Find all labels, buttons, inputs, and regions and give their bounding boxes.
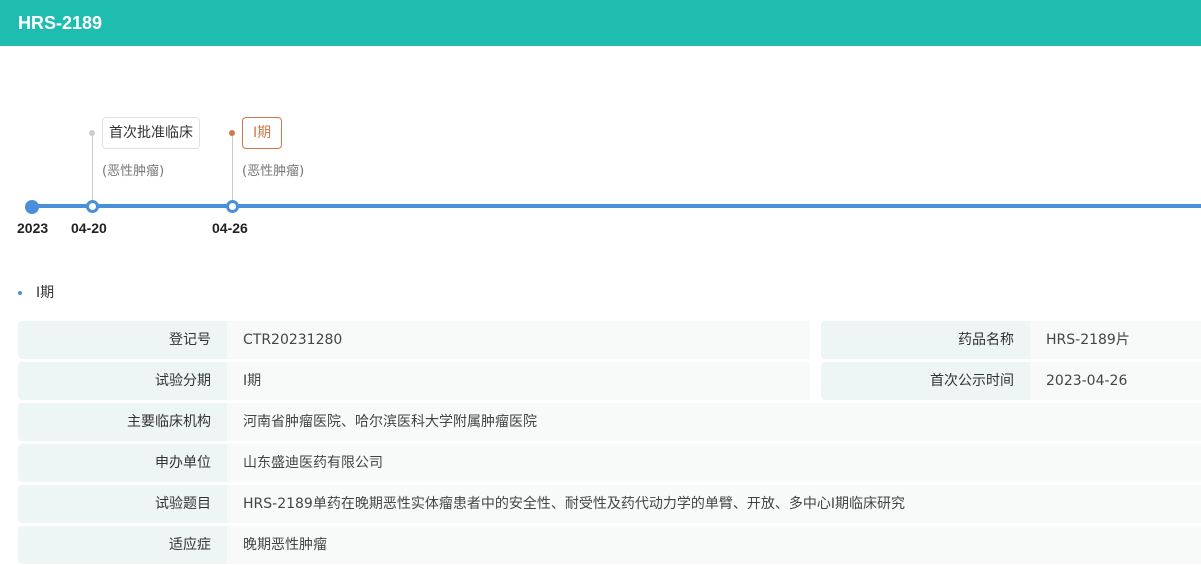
field-value: 河南省肿瘤医院、哈尔滨医科大学附属肿瘤医院 [227, 403, 1201, 441]
timeline-start-dot [25, 200, 39, 214]
section-title: Ⅰ期 [36, 285, 55, 301]
timeline-node[interactable] [86, 200, 99, 213]
field-value: HRS-2189单药在晚期恶性实体瘤患者中的安全性、耐受性及药代动力学的单臂、开… [227, 485, 1201, 523]
timeline-event-sub: (恶性肿瘤) [102, 164, 165, 179]
page-header: HRS-2189 [0, 0, 1201, 46]
detail-row: 主要临床机构 河南省肿瘤医院、哈尔滨医科大学附属肿瘤医院 [18, 403, 1201, 441]
timeline-event-tag[interactable]: 首次批准临床 [102, 117, 200, 149]
field-label: 药品名称 [821, 321, 1030, 359]
detail-row: 适应症 晚期恶性肿瘤 [18, 526, 1201, 564]
detail-row: 药品名称 HRS-2189片 [821, 321, 1201, 359]
timeline-event-sub: (恶性肿瘤) [242, 164, 305, 179]
field-label: 登记号 [18, 321, 227, 359]
detail-row: 试验分期 Ⅰ期 [18, 362, 810, 400]
detail-row: 登记号 CTR20231280 [18, 321, 810, 359]
section-heading: Ⅰ期 [18, 282, 54, 302]
field-value: 晚期恶性肿瘤 [227, 526, 1201, 564]
field-label: 试验分期 [18, 362, 227, 400]
timeline-node[interactable] [226, 200, 239, 213]
field-value: Ⅰ期 [227, 362, 810, 400]
field-label: 主要临床机构 [18, 403, 227, 441]
timeline-event-tag[interactable]: Ⅰ期 [242, 117, 283, 149]
field-label: 适应症 [18, 526, 227, 564]
timeline-marker-dot [229, 130, 235, 136]
timeline-axis [30, 204, 1201, 208]
detail-row: 试验题目 HRS-2189单药在晚期恶性实体瘤患者中的安全性、耐受性及药代动力学… [18, 485, 1201, 523]
timeline-marker-dot [89, 130, 95, 136]
timeline-stem [232, 133, 233, 201]
field-label: 申办单位 [18, 444, 227, 482]
timeline-date: 04-26 [212, 220, 248, 236]
field-value: 山东盛迪医药有限公司 [227, 444, 1201, 482]
timeline-year: 2023 [17, 220, 49, 236]
timeline-date: 04-20 [71, 220, 107, 236]
field-label: 试验题目 [18, 485, 227, 523]
detail-row: 申办单位 山东盛迪医药有限公司 [18, 444, 1201, 482]
detail-row: 首次公示时间 2023-04-26 [821, 362, 1201, 400]
timeline-stem [92, 133, 93, 201]
field-label: 首次公示时间 [821, 362, 1030, 400]
field-value: CTR20231280 [227, 321, 810, 359]
bullet-icon [18, 291, 22, 295]
field-value: HRS-2189片 [1030, 321, 1201, 359]
field-value: 2023-04-26 [1030, 362, 1201, 400]
